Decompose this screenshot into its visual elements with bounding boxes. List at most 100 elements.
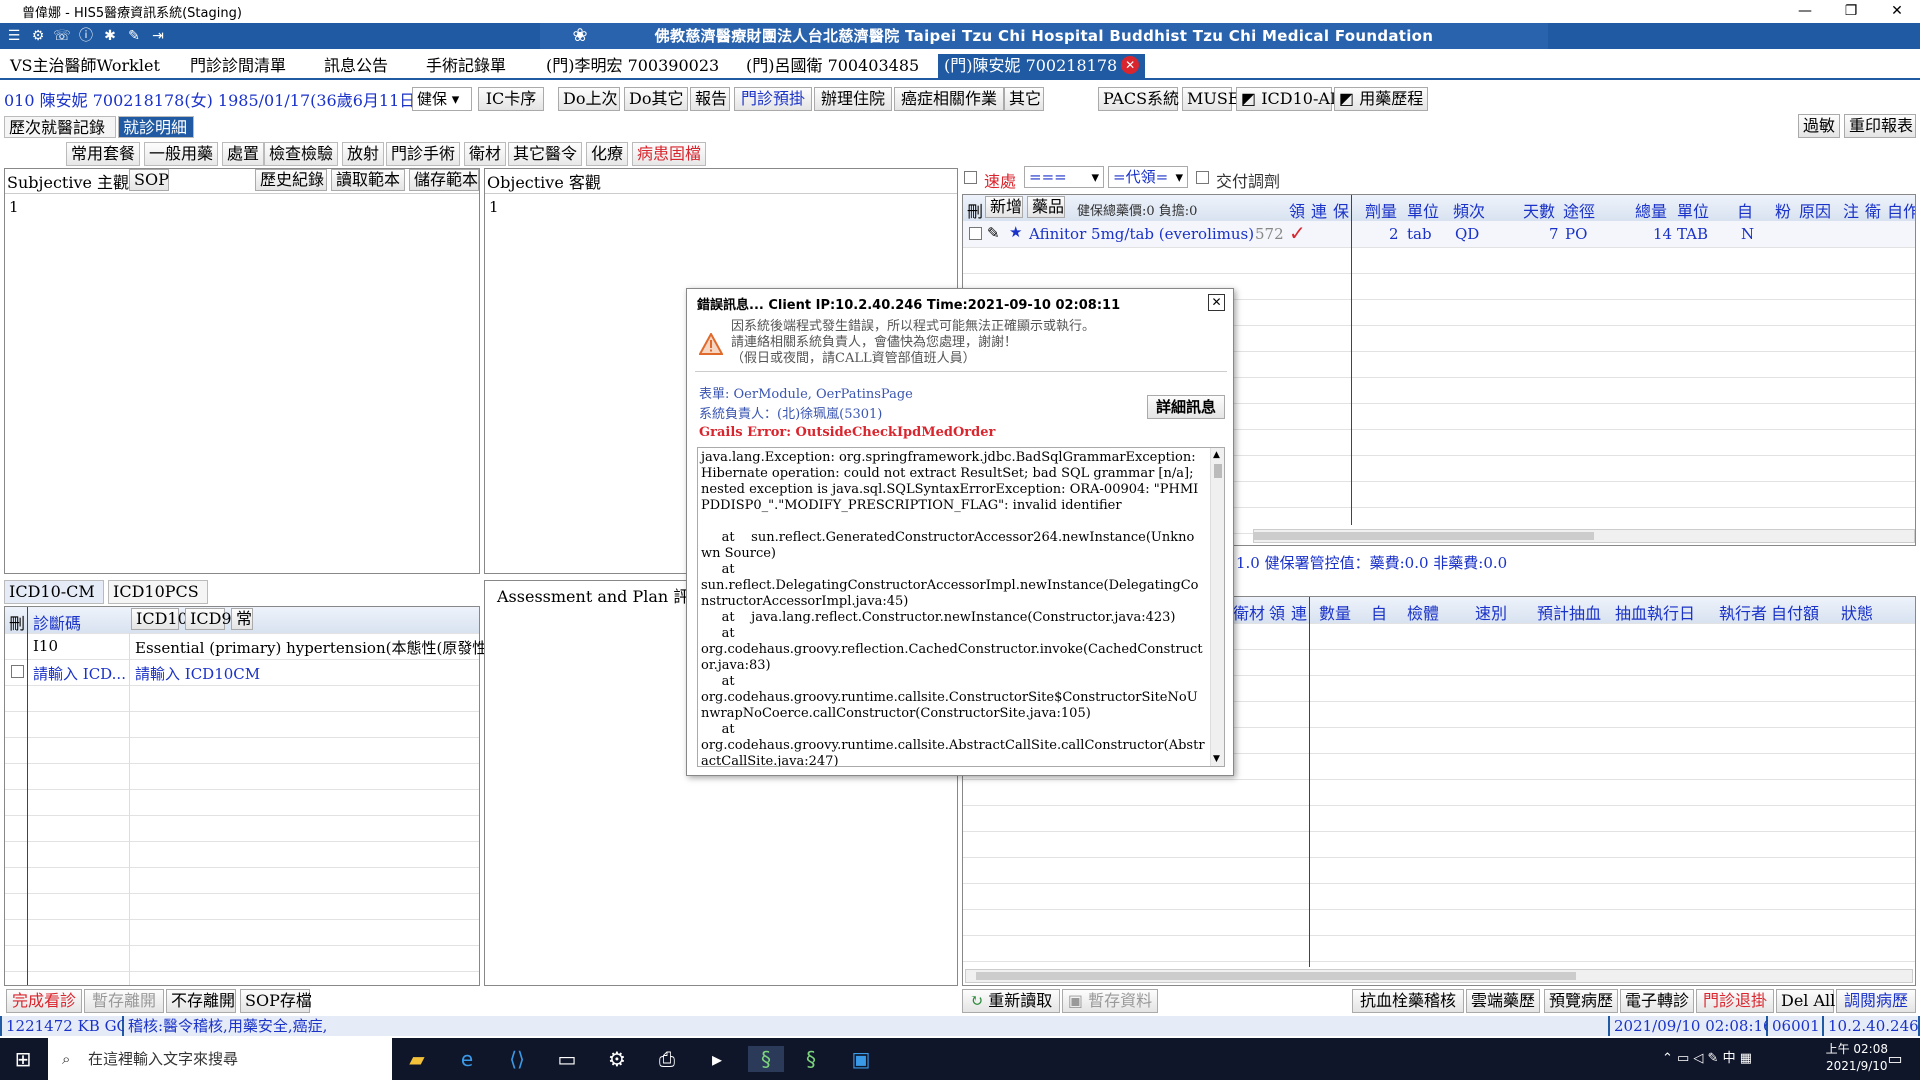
row-checkbox[interactable]	[969, 227, 982, 240]
his-app-2-icon[interactable]: §	[798, 1046, 824, 1072]
icd10-button[interactable]: ICD10	[131, 608, 188, 630]
tab-patient-fixed[interactable]: 病患固檔	[632, 142, 707, 166]
tab-visit-history[interactable]: 歷次就醫記錄	[4, 116, 116, 138]
pacs-button[interactable]: PACS系統	[1098, 87, 1179, 111]
cloud-med-button[interactable]: 雲端藥歷	[1466, 989, 1540, 1013]
leave-no-save-button[interactable]: 不存離開	[166, 989, 236, 1013]
tab-vs-worklet[interactable]: VS主治醫師Worklet	[4, 54, 166, 78]
cmd-icon[interactable]: ▸	[704, 1046, 730, 1072]
taskbar-clock[interactable]: 上午 02:08 2021/9/10	[1826, 1041, 1888, 1075]
lab-scroll-thumb[interactable]	[976, 972, 1576, 980]
scroll-thumb[interactable]	[1214, 464, 1222, 478]
close-window-button[interactable]: ✕	[1874, 0, 1920, 22]
scroll-down-icon[interactable]: ▼	[1213, 754, 1220, 764]
lab-horizontal-scrollbar[interactable]	[965, 969, 1913, 983]
other-button[interactable]: 其它	[1004, 87, 1044, 111]
tab-common-set[interactable]: 常用套餐	[66, 142, 141, 166]
delete-all-button[interactable]: Del All	[1776, 989, 1835, 1013]
do-last-button[interactable]: Do上次	[558, 87, 620, 111]
e-referral-button[interactable]: 電子轉診	[1620, 989, 1694, 1013]
info-icon[interactable]: ⓘ	[76, 26, 96, 46]
settings-gear-icon[interactable]: ⚙	[604, 1046, 630, 1072]
vscode-icon[interactable]: ⟨⟩	[504, 1046, 530, 1072]
view-record-button[interactable]: 調閱病歷	[1836, 989, 1916, 1013]
dispense-select[interactable]: =代領= ▾	[1108, 166, 1188, 188]
windows-start-icon[interactable]: ⊞	[10, 1046, 36, 1072]
antithrombotic-audit-button[interactable]: 抗血栓藥稽核	[1352, 989, 1464, 1013]
tab-supplies[interactable]: 衛材	[464, 142, 507, 166]
sop-save-button[interactable]: SOP存檔	[240, 989, 312, 1013]
taskbar-search[interactable]: ⌕ 在這裡輸入文字來搜尋	[48, 1038, 392, 1080]
temp-save-leave-button[interactable]: 暫存離開	[84, 989, 164, 1013]
temp-data-button[interactable]: ▣ 暫存資料	[1062, 989, 1158, 1013]
tab-visit-detail[interactable]: 就診明細	[118, 116, 194, 138]
stacktrace-scrollbar[interactable]: ▲ ▼	[1210, 448, 1224, 766]
table-row[interactable]: ✎ ★ Afinitor 5mg/tab (everolimus) 572 ✓ …	[963, 221, 1915, 247]
med-history-button[interactable]: ◩ 用藥歷程	[1334, 87, 1428, 111]
phone-icon[interactable]: ☏	[52, 26, 72, 46]
settings-icon[interactable]: ⚙	[28, 26, 48, 46]
tab-icd10pcs[interactable]: ICD10PCS	[108, 580, 208, 604]
stacktrace-box[interactable]: java.lang.Exception: org.springframework…	[697, 447, 1225, 767]
diag-code-input[interactable]: 請輸入 ICD...	[33, 663, 126, 684]
row-checkbox[interactable]	[11, 665, 24, 678]
save-template-button[interactable]: 儲存範本	[409, 169, 479, 191]
file-explorer-icon[interactable]: ▰	[404, 1046, 430, 1072]
app-window-icon[interactable]: ▣	[848, 1046, 874, 1072]
do-other-button[interactable]: Do其它	[624, 87, 688, 111]
tab-clinic-surgery[interactable]: 門診手術	[386, 142, 461, 166]
admission-button[interactable]: 辦理住院	[814, 87, 892, 111]
subjective-textarea[interactable]: 1	[5, 193, 479, 573]
edge-browser-icon[interactable]: e	[454, 1046, 480, 1072]
tab-radiology[interactable]: 放射	[342, 142, 385, 166]
tab-icd10cm[interactable]: ICD10-CM	[4, 580, 104, 604]
terminal-icon[interactable]: ▭	[554, 1046, 580, 1072]
allergy-button[interactable]: 過敏	[1798, 114, 1840, 138]
table-row[interactable]: I10 Essential (primary) hypertension(本態性…	[5, 633, 522, 659]
tab-other-orders[interactable]: 其它醫令	[508, 142, 583, 166]
tools-icon[interactable]: ✎	[124, 26, 144, 46]
tab-chemo[interactable]: 化療	[586, 142, 629, 166]
clinic-booking-button[interactable]: 門診預掛	[734, 87, 812, 111]
tab-exam[interactable]: 檢查檢驗	[264, 142, 339, 166]
urgent-checkbox[interactable]	[964, 171, 977, 184]
common-diag-button[interactable]: 常	[231, 608, 253, 630]
tab-patient-2[interactable]: (門)呂國衛 700403485	[740, 54, 925, 78]
edit-pencil-icon[interactable]: ✎	[987, 224, 1000, 242]
menu-icon[interactable]: ☰	[4, 26, 24, 46]
close-tab-icon[interactable]: ✕	[1121, 56, 1140, 74]
tab-general-med[interactable]: 一般用藥	[144, 142, 219, 166]
med-scroll-thumb[interactable]	[1254, 532, 1594, 540]
tab-clinic-list[interactable]: 門診診間清單	[184, 54, 292, 78]
sop-button[interactable]: SOP	[129, 169, 169, 191]
tab-patient-3[interactable]: (門)陳安妮 700218178 ✕	[938, 54, 1146, 78]
preview-record-button[interactable]: 預覽病歷	[1544, 989, 1618, 1013]
his-app-icon[interactable]: §	[748, 1046, 784, 1072]
tab-patient-1[interactable]: (門)李明宏 700390023	[540, 54, 725, 78]
tab-announcements[interactable]: 訊息公告	[318, 54, 394, 78]
reload-button[interactable]: ↻ 重新讀取	[962, 989, 1060, 1013]
deliver-checkbox[interactable]	[1196, 171, 1209, 184]
notification-icon[interactable]: ▭	[1882, 1046, 1908, 1072]
history-button[interactable]: 歷史紀錄	[255, 169, 327, 191]
ic-card-button[interactable]: IC卡序	[478, 87, 544, 111]
icd9-button[interactable]: ICD9	[185, 608, 232, 630]
report-button[interactable]: 報告	[690, 87, 730, 111]
read-template-button[interactable]: 讀取範本	[331, 169, 405, 191]
tray-icons[interactable]: ⌃ ▭ ◁ ✎ 中 ▦	[1632, 1046, 1752, 1072]
tab-surgery-records[interactable]: 手術記錄單	[420, 54, 512, 78]
printer-icon[interactable]: ⎙	[654, 1046, 680, 1072]
cancer-button[interactable]: 癌症相關作業	[894, 87, 1004, 111]
tab-treatment[interactable]: 處置	[222, 142, 265, 166]
finish-visit-button[interactable]: 完成看診	[6, 989, 82, 1013]
insurance-select[interactable]: 健保 ▾	[412, 87, 472, 111]
filter-select[interactable]: === ▾	[1024, 166, 1104, 188]
diag-desc-input[interactable]: 請輸入 ICD10CM	[135, 663, 260, 684]
cancel-registration-button[interactable]: 門診退掛	[1696, 989, 1774, 1013]
icd10-ai-button[interactable]: ◩ ICD10-AI	[1236, 87, 1336, 111]
drug-button[interactable]: 藥品	[1027, 196, 1065, 218]
reprint-button[interactable]: 重印報表	[1844, 114, 1916, 138]
lightbulb-icon[interactable]: ✱	[100, 26, 120, 46]
favorite-star-icon[interactable]: ★	[1009, 223, 1022, 241]
add-med-button[interactable]: 新增	[985, 196, 1023, 218]
